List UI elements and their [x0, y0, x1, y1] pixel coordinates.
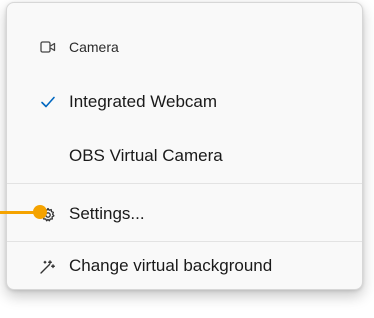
menu-item-obs-virtual-camera[interactable]: OBS Virtual Camera [7, 137, 362, 177]
menu-item-label: Integrated Webcam [69, 92, 218, 111]
menu-item-settings[interactable]: Settings... [7, 195, 362, 235]
menu-item-change-virtual-background[interactable]: Change virtual background [7, 247, 362, 287]
camera-section-label: Camera [69, 39, 119, 55]
checkmark-icon [41, 96, 55, 108]
menu-item-label: OBS Virtual Camera [69, 146, 223, 165]
magic-wand-icon [40, 260, 55, 274]
menu-divider [7, 241, 362, 242]
menu-item-label: Change virtual background [69, 256, 273, 275]
callout-pointer-dot [33, 205, 47, 219]
menu-item-label: Settings... [69, 204, 145, 223]
menu-item-integrated-webcam[interactable]: Integrated Webcam [7, 83, 362, 123]
video-camera-icon [40, 41, 56, 53]
camera-context-menu: Camera Integrated Webcam OBS Virtual Cam… [6, 2, 363, 290]
menu-divider [7, 183, 362, 184]
